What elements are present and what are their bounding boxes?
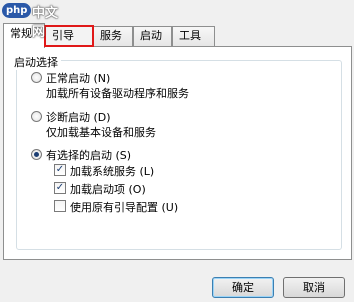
load-startup-items-checkbox[interactable]: ✓ <box>54 182 66 194</box>
cancel-button[interactable]: 取消 <box>283 277 345 298</box>
diagnostic-startup-desc: 仅加载基本设备和服务 <box>46 126 156 139</box>
use-original-boot-config-checkbox[interactable] <box>54 200 66 212</box>
group-title: 启动选择 <box>11 54 61 70</box>
tab-services[interactable]: 服务 <box>93 26 133 46</box>
watermark-logo: php 中文网 <box>2 0 60 40</box>
ok-button[interactable]: 确定 <box>212 277 274 298</box>
load-system-services-label[interactable]: 加载系统服务 (L) <box>70 163 154 179</box>
tab-tools[interactable]: 工具 <box>172 26 215 46</box>
load-startup-items-label[interactable]: 加载启动项 (O) <box>70 181 146 197</box>
normal-startup-radio[interactable] <box>31 72 42 83</box>
use-original-boot-config-label[interactable]: 使用原有引导配置 (U) <box>70 199 178 215</box>
load-system-services-checkbox[interactable]: ✓ <box>54 164 66 176</box>
selective-startup-label[interactable]: 有选择的启动 (S) <box>46 147 131 163</box>
watermark-site: 中文网 <box>32 6 59 40</box>
diagnostic-startup-radio[interactable] <box>31 111 42 122</box>
selective-startup-radio[interactable] <box>31 149 42 160</box>
tab-startup[interactable]: 启动 <box>133 26 172 46</box>
watermark-brand: php <box>2 3 32 18</box>
normal-startup-desc: 加载所有设备驱动程序和服务 <box>46 87 189 100</box>
normal-startup-label[interactable]: 正常启动 (N) <box>46 70 110 86</box>
diagnostic-startup-label[interactable]: 诊断启动 (D) <box>46 109 111 125</box>
